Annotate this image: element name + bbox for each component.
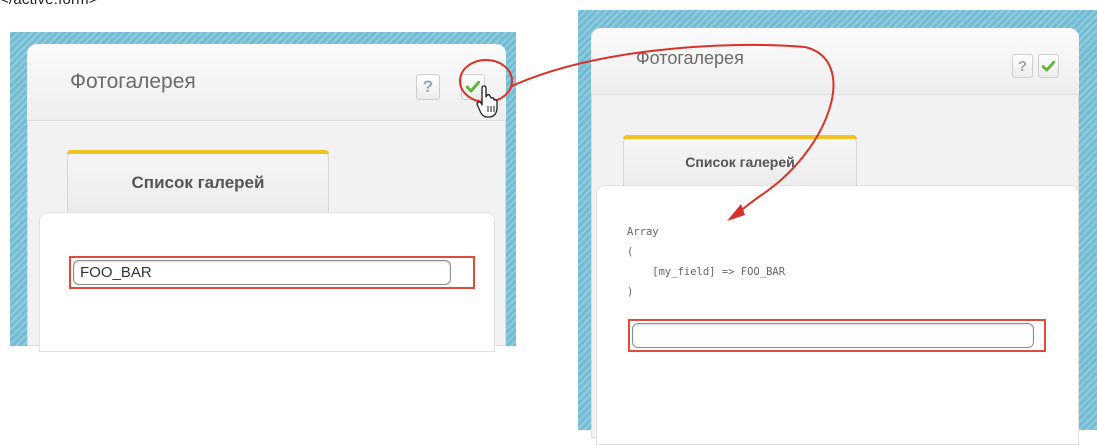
arrowhead [727, 204, 745, 221]
connector-arrow [509, 43, 835, 215]
annotation-overlay [459, 43, 835, 221]
